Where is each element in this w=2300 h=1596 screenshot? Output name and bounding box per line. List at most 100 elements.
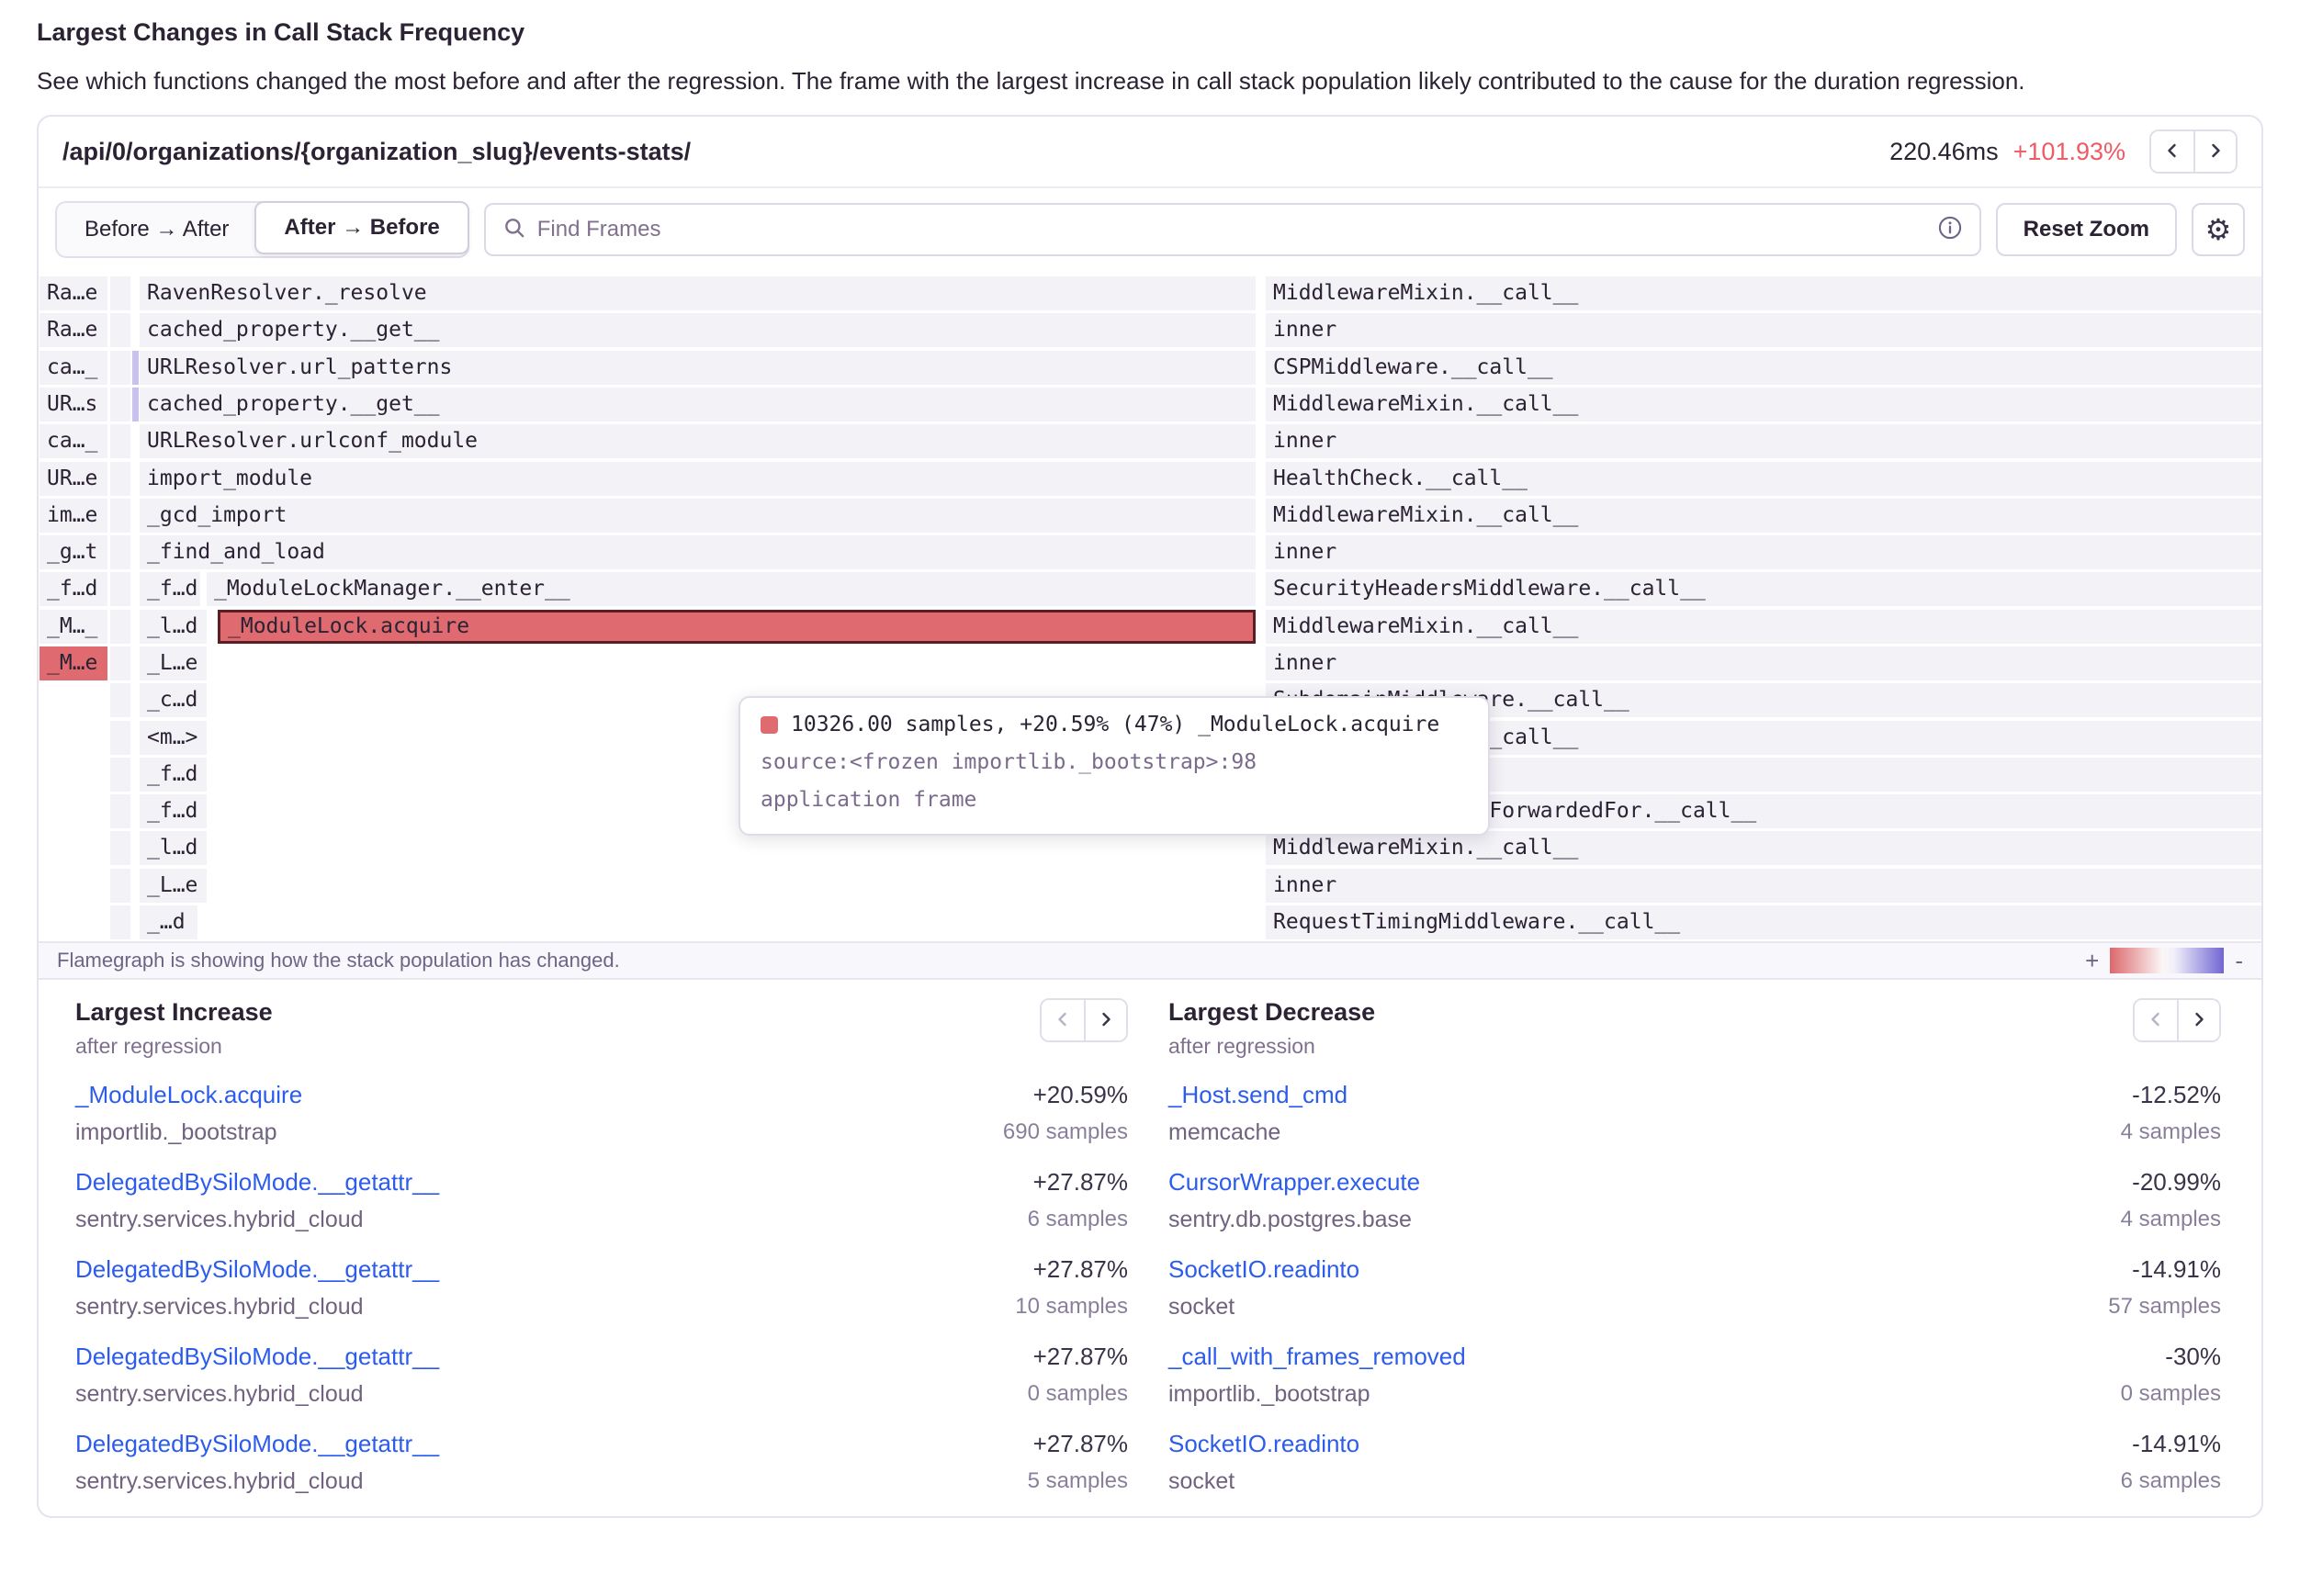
flame-frame[interactable] (132, 351, 139, 385)
increase-prev-button[interactable] (1042, 1000, 1084, 1040)
flame-frame[interactable]: inner (1266, 646, 2261, 680)
flame-frame[interactable]: inner (1266, 869, 2261, 903)
list-item: _ModuleLock.acquireimportlib._bootstrap+… (75, 1081, 1128, 1146)
toggle-before-after[interactable]: Before → After (57, 203, 256, 256)
legend-scale: + - (2085, 947, 2243, 975)
increase-next-button[interactable] (1084, 1000, 1126, 1040)
flame-frame[interactable] (110, 610, 130, 644)
function-link[interactable]: DelegatedBySiloMode.__getattr__ (75, 1430, 439, 1458)
samples-value: 10 samples (1015, 1294, 1128, 1320)
flame-frame[interactable]: _M…_ (39, 610, 107, 644)
flame-frame[interactable]: _f…d (140, 572, 200, 606)
flame-frame[interactable] (132, 388, 139, 421)
function-link[interactable]: CursorWrapper.execute (1168, 1168, 1420, 1197)
settings-button[interactable]: ⚙ (2192, 203, 2245, 256)
flamegraph[interactable]: Ra…e RavenResolver._resolve MiddlewareMixi… (39, 271, 2261, 941)
flame-frame[interactable]: _ModuleLockManager.__enter__ (207, 572, 1256, 606)
flame-frame[interactable] (110, 424, 130, 458)
flame-frame[interactable]: UR…e (39, 462, 107, 496)
reset-zoom-button[interactable]: Reset Zoom (1996, 203, 2177, 256)
flame-frame[interactable] (110, 351, 130, 385)
flame-frame[interactable] (110, 794, 130, 828)
function-link[interactable]: DelegatedBySiloMode.__getattr__ (75, 1343, 439, 1371)
endpoint-header: /api/0/organizations/{organization_slug}… (39, 117, 2261, 188)
flame-frame[interactable]: _ModuleLock.acquire (218, 610, 1256, 644)
flame-frame[interactable]: import_module (140, 462, 1256, 496)
flame-frame[interactable]: _L…e (140, 646, 207, 680)
flame-frame[interactable] (110, 313, 130, 347)
flame-frame[interactable] (110, 905, 130, 939)
flame-frame[interactable]: _l…d (140, 831, 207, 865)
list-item: _call_with_frames_removedimportlib._boot… (1168, 1343, 2221, 1408)
function-link[interactable]: _Host.send_cmd (1168, 1081, 1347, 1109)
list-item: DelegatedBySiloMode.__getattr__ sentry.se… (75, 1430, 1128, 1495)
flame-frame[interactable]: _c…d (140, 683, 207, 717)
flame-frame[interactable]: MiddlewareMixin.__call__ (1266, 388, 2261, 421)
flame-frame[interactable] (110, 499, 130, 533)
flame-frame[interactable] (110, 276, 130, 310)
function-link[interactable]: _call_with_frames_removed (1168, 1343, 1466, 1371)
function-link[interactable]: DelegatedBySiloMode.__getattr__ (75, 1168, 439, 1197)
flame-frame[interactable]: _g…t (39, 535, 107, 569)
flame-frame[interactable]: im…e (39, 499, 107, 533)
flame-frame[interactable]: SecurityHeadersMiddleware.__call__ (1266, 572, 2261, 606)
next-endpoint-button[interactable] (2193, 131, 2236, 172)
flame-frame[interactable]: _M…e (39, 646, 107, 680)
toggle-after-before[interactable]: After → Before (254, 201, 468, 254)
flame-frame[interactable]: _gcd_import (140, 499, 1256, 533)
module-name: sentry.services.hybrid_cloud (75, 1468, 439, 1495)
flame-frame[interactable]: _L…e (140, 869, 207, 903)
flame-frame[interactable] (110, 758, 130, 792)
flame-frame[interactable]: ca…_ (39, 351, 107, 385)
flame-frame[interactable]: Ra…e (39, 313, 107, 347)
flame-frame[interactable]: _find_and_load (140, 535, 1256, 569)
flame-frame[interactable]: RequestTimingMiddleware.__call__ (1266, 905, 2261, 939)
find-frames-search[interactable] (484, 203, 1981, 256)
flame-frame[interactable]: _f…d (140, 794, 207, 828)
flame-frame[interactable]: UR…s (39, 388, 107, 421)
flame-frame[interactable]: URLResolver.urlconf_module (140, 424, 1256, 458)
decrease-prev-button[interactable] (2135, 1000, 2177, 1040)
flame-frame[interactable] (110, 572, 130, 606)
flame-frame[interactable] (110, 683, 130, 717)
flame-frame[interactable]: ca…_ (39, 424, 107, 458)
prev-endpoint-button[interactable] (2151, 131, 2193, 172)
search-input[interactable] (537, 217, 1926, 242)
endpoint-name: /api/0/organizations/{organization_slug}… (62, 138, 1889, 166)
flame-frame[interactable]: cached_property.__get__ (140, 388, 1256, 421)
flame-frame[interactable]: inner (1266, 313, 2261, 347)
flame-frame[interactable]: URLResolver.url_patterns (140, 351, 1256, 385)
flame-frame[interactable]: MiddlewareMixin.__call__ (1266, 499, 2261, 533)
function-link[interactable]: SocketIO.readinto (1168, 1430, 1359, 1458)
chevron-right-icon (2204, 140, 2227, 164)
flame-frame[interactable]: _f…d (39, 572, 107, 606)
function-link[interactable]: SocketIO.readinto (1168, 1255, 1359, 1284)
flame-frame[interactable] (110, 646, 130, 680)
function-link[interactable]: DelegatedBySiloMode.__getattr__ (75, 1255, 439, 1284)
flame-frame[interactable]: RavenResolver._resolve (140, 276, 1256, 310)
flame-frame[interactable]: inner (1266, 535, 2261, 569)
flame-frame[interactable]: inner (1266, 424, 2261, 458)
flame-frame[interactable]: Ra…e (39, 276, 107, 310)
flame-frame[interactable] (110, 388, 130, 421)
flame-frame[interactable]: _f…d (140, 758, 207, 792)
flame-frame[interactable]: CSPMiddleware.__call__ (1266, 351, 2261, 385)
page-description: See which functions changed the most bef… (37, 62, 2177, 100)
flame-frame[interactable]: MiddlewareMixin.__call__ (1266, 831, 2261, 865)
flame-frame[interactable]: _…d (140, 905, 197, 939)
flame-frame[interactable]: _l…d (140, 610, 207, 644)
flame-frame[interactable] (110, 721, 130, 755)
flame-frame[interactable] (110, 831, 130, 865)
function-link[interactable]: _ModuleLock.acquire (75, 1081, 302, 1109)
flame-frame[interactable] (110, 869, 130, 903)
entry-right: +20.59%690 samples (1003, 1081, 1128, 1145)
flame-frame[interactable]: HealthCheck.__call__ (1266, 462, 2261, 496)
decrease-next-button[interactable] (2177, 1000, 2219, 1040)
flame-frame[interactable]: MiddlewareMixin.__call__ (1266, 276, 2261, 310)
info-icon[interactable] (1937, 215, 1963, 245)
flame-frame[interactable] (110, 462, 130, 496)
flame-frame[interactable]: cached_property.__get__ (140, 313, 1256, 347)
flame-frame[interactable]: <m…> (140, 721, 207, 755)
flame-frame[interactable]: MiddlewareMixin.__call__ (1266, 610, 2261, 644)
flame-frame[interactable] (110, 535, 130, 569)
